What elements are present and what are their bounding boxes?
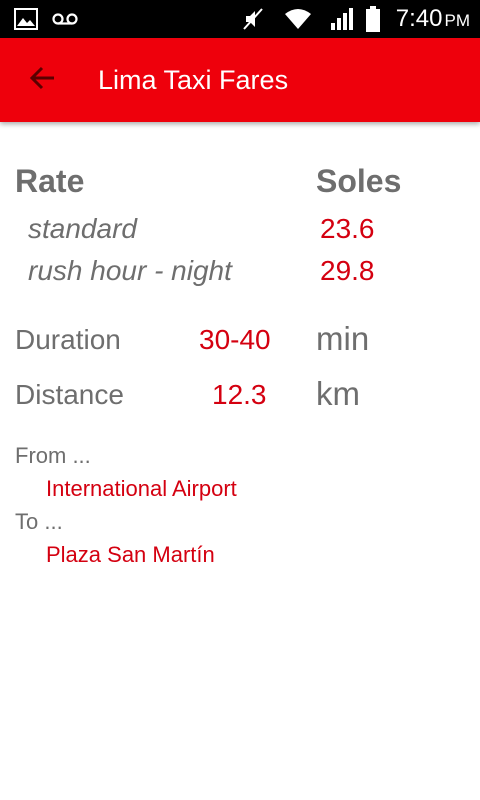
- duration-label: Duration: [15, 324, 121, 355]
- duration-value: 30-40: [199, 324, 271, 355]
- distance-label: Distance: [15, 379, 124, 410]
- distance-unit: km: [316, 375, 360, 412]
- to-label: To ...: [15, 509, 63, 534]
- rate-standard-label: standard: [28, 213, 137, 244]
- arrow-back-icon: [29, 66, 55, 95]
- from-label: From ...: [15, 443, 91, 468]
- app-bar: Lima Taxi Fares: [0, 38, 480, 122]
- wifi-icon: [284, 0, 312, 38]
- app-title: Lima Taxi Fares: [98, 65, 289, 95]
- image-icon: [14, 0, 38, 38]
- battery-icon: [366, 0, 380, 38]
- voicemail-icon: [52, 0, 78, 38]
- rate-rush-label: rush hour - night: [28, 255, 232, 286]
- rate-standard-value: 23.6: [320, 213, 375, 244]
- distance-value: 12.3: [212, 379, 267, 410]
- duration-unit: min: [316, 320, 370, 357]
- rate-rush-value: 29.8: [320, 255, 375, 286]
- back-button[interactable]: [20, 60, 64, 100]
- to-value: Plaza San Martín: [46, 542, 215, 567]
- rate-header: Rate: [15, 163, 85, 199]
- status-bar: 7:40 PM: [0, 0, 480, 38]
- signal-icon: [330, 0, 354, 38]
- currency-header: Soles: [316, 163, 402, 199]
- clock: 7:40 PM: [395, 5, 470, 32]
- mute-icon: [242, 0, 266, 38]
- from-value: International Airport: [46, 476, 237, 501]
